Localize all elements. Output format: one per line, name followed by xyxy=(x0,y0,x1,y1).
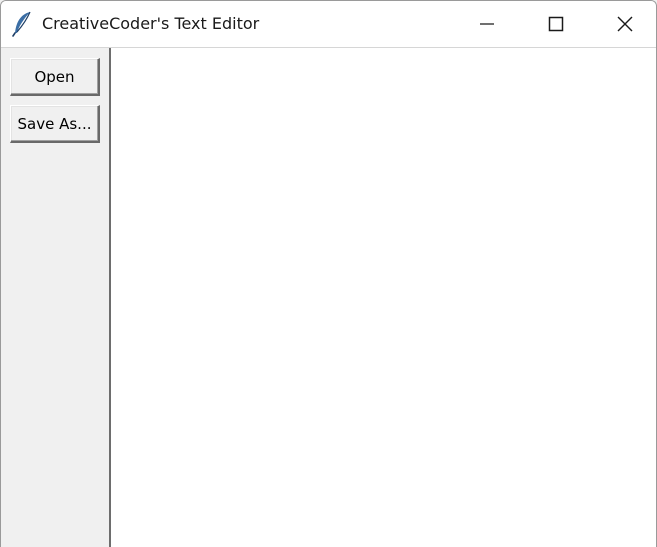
maximize-icon xyxy=(548,16,564,32)
feather-icon xyxy=(12,11,31,37)
text-editor-area[interactable] xyxy=(111,48,656,547)
close-icon xyxy=(617,16,633,32)
app-window: CreativeCoder's Text Editor Open Save As… xyxy=(0,0,657,547)
close-button[interactable] xyxy=(591,1,656,47)
title-bar[interactable]: CreativeCoder's Text Editor xyxy=(1,1,656,48)
window-title: CreativeCoder's Text Editor xyxy=(42,14,260,33)
minimize-icon xyxy=(480,23,494,25)
save-as-button[interactable]: Save As... xyxy=(10,105,100,143)
maximize-button[interactable] xyxy=(522,1,590,47)
minimize-button[interactable] xyxy=(453,1,521,47)
open-button[interactable]: Open xyxy=(10,58,100,96)
